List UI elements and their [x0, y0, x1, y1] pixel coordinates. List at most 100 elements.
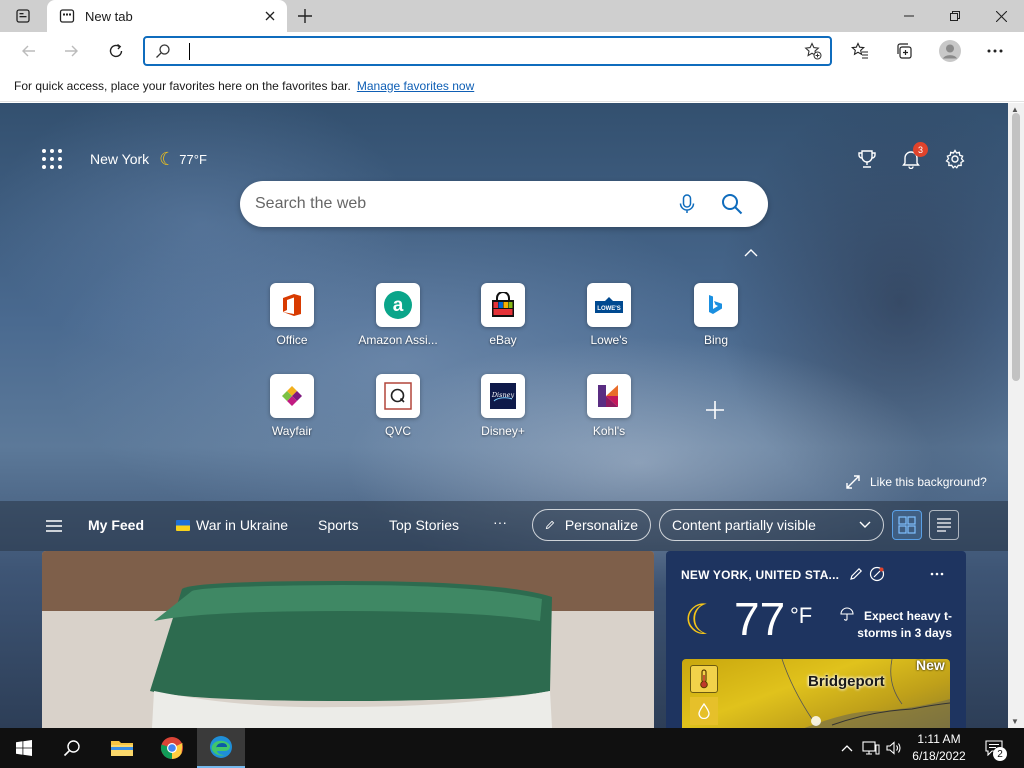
- refresh-button[interactable]: [101, 36, 131, 66]
- add-site-icon[interactable]: [704, 399, 726, 421]
- weather-location: NEW YORK, UNITED STA...: [681, 568, 840, 582]
- weather-alert: Expect heavy t-storms in 3 days: [857, 609, 952, 640]
- feed-tab-top-stories[interactable]: Top Stories: [389, 517, 459, 533]
- more-feed-tabs-button[interactable]: ···: [493, 514, 507, 530]
- quick-link-kohls[interactable]: Kohl's: [564, 374, 654, 438]
- taskbar-clock[interactable]: 1:11 AM 6/18/2022: [900, 731, 978, 765]
- favorites-button[interactable]: [845, 36, 875, 66]
- chevron-up-icon: [841, 745, 853, 752]
- like-background-label: Like this background?: [870, 475, 987, 489]
- quick-link-label: Amazon Assi...: [358, 333, 438, 347]
- avatar-icon: [939, 40, 961, 62]
- more-horizontal-icon: [987, 49, 1003, 53]
- search-icon: [156, 44, 170, 58]
- quick-link-wayfair[interactable]: Wayfair: [247, 374, 337, 438]
- weather-card[interactable]: NEW YORK, UNITED STA... ☾ 77 °F Expect h…: [666, 551, 966, 728]
- grid-layout-button[interactable]: [892, 510, 922, 540]
- web-search-input[interactable]: [255, 193, 655, 215]
- feed-tab-war-in-ukraine[interactable]: War in Ukraine: [176, 517, 288, 533]
- quick-link-label: QVC: [384, 424, 411, 438]
- news-image: [42, 551, 654, 728]
- weather-radar-map[interactable]: Bridgeport New: [682, 659, 950, 728]
- edge-button[interactable]: [197, 728, 245, 768]
- minimize-button[interactable]: [886, 0, 932, 32]
- minimize-icon: [904, 15, 914, 17]
- new-tab-page: New York ☾ 77°F 3 Office a Amazon Assi..…: [0, 103, 1008, 728]
- restore-button[interactable]: [932, 0, 978, 32]
- quick-link-qvc[interactable]: QVC: [353, 374, 443, 438]
- chevron-down-icon: [859, 521, 871, 528]
- quick-link-ebay[interactable]: eBay: [458, 283, 548, 347]
- page-settings-button[interactable]: [941, 145, 969, 173]
- app-launcher-icon[interactable]: [40, 147, 64, 171]
- weather-temperature: 77°F: [179, 151, 207, 167]
- tab-actions-button[interactable]: [8, 5, 38, 27]
- scrollbar-thumb[interactable]: [1012, 113, 1020, 381]
- personalize-button[interactable]: Personalize: [532, 509, 651, 541]
- auto-detect-location-button[interactable]: [868, 565, 886, 583]
- clock-time: 1:11 AM: [917, 732, 961, 746]
- close-window-button[interactable]: [978, 0, 1024, 32]
- taskbar-search-button[interactable]: [48, 728, 96, 768]
- notifications-button[interactable]: 3: [897, 142, 928, 173]
- weather-more-button[interactable]: [928, 565, 946, 583]
- forward-button[interactable]: [56, 36, 86, 66]
- quick-link-label: Kohl's: [592, 424, 626, 438]
- quick-link-disney[interactable]: Disney Disney+: [458, 374, 548, 438]
- profile-button[interactable]: [935, 36, 965, 66]
- weather-summary[interactable]: New York ☾ 77°F: [90, 147, 207, 171]
- address-bar[interactable]: [143, 36, 832, 66]
- list-layout-button[interactable]: [929, 510, 959, 540]
- like-background-button[interactable]: Like this background?: [846, 475, 987, 489]
- precipitation-layer-button[interactable]: [690, 697, 718, 725]
- new-tab-button[interactable]: [292, 3, 318, 29]
- weather-card-unit: °F: [790, 603, 813, 628]
- temperature-layer-button[interactable]: [690, 665, 718, 693]
- network-button[interactable]: [860, 728, 882, 768]
- action-center-button[interactable]: 2: [980, 728, 1008, 768]
- amazon-icon: a: [376, 283, 420, 327]
- add-favorite-icon[interactable]: [804, 42, 822, 60]
- tab-close-button[interactable]: [257, 3, 283, 29]
- page-scrollbar[interactable]: ▲ ▼: [1008, 103, 1024, 728]
- moon-icon: ☾: [684, 596, 722, 643]
- collections-icon: [897, 43, 912, 59]
- settings-menu-button[interactable]: [980, 36, 1010, 66]
- notification-count-badge: 2: [993, 747, 1007, 761]
- web-search-box[interactable]: [240, 181, 768, 227]
- collections-button[interactable]: [889, 36, 919, 66]
- news-card[interactable]: [42, 551, 654, 728]
- rewards-button[interactable]: [853, 145, 881, 173]
- thermometer-icon: [700, 669, 708, 689]
- chevron-up-icon[interactable]: [742, 247, 760, 259]
- content-visibility-dropdown[interactable]: Content partially visible: [659, 509, 884, 541]
- disney-icon: Disney: [481, 374, 525, 418]
- feed-tab-my-feed[interactable]: My Feed: [88, 517, 144, 533]
- quick-link-amazon[interactable]: a Amazon Assi...: [353, 283, 443, 347]
- favorites-bar-message: For quick access, place your favorites h…: [14, 78, 351, 93]
- search-icon[interactable]: [720, 192, 744, 216]
- arrow-left-icon: [22, 45, 35, 57]
- quick-link-office[interactable]: Office: [247, 283, 337, 347]
- manage-favorites-link[interactable]: Manage favorites now: [357, 79, 474, 93]
- feed-tab-sports[interactable]: Sports: [318, 517, 358, 533]
- gear-icon: [945, 149, 965, 169]
- file-explorer-button[interactable]: [98, 728, 146, 768]
- personalize-label: Personalize: [564, 517, 638, 533]
- chrome-button[interactable]: [148, 728, 196, 768]
- grid-icon: [898, 516, 916, 534]
- microphone-icon[interactable]: [676, 193, 698, 215]
- show-hidden-icons-button[interactable]: [838, 728, 856, 768]
- quick-link-lowes[interactable]: LOWE'S Lowe's: [564, 283, 654, 347]
- start-button[interactable]: [0, 728, 48, 768]
- tab-new-tab[interactable]: New tab: [47, 0, 287, 32]
- address-input[interactable]: [193, 40, 793, 62]
- pencil-icon: [545, 520, 555, 530]
- hamburger-menu-icon[interactable]: [46, 520, 62, 532]
- edit-location-button[interactable]: [847, 565, 865, 583]
- back-button[interactable]: [14, 36, 44, 66]
- quick-link-bing[interactable]: Bing: [671, 283, 761, 347]
- tab-actions-icon: [16, 9, 30, 23]
- quick-link-label: Disney+: [481, 424, 525, 438]
- scroll-down-icon[interactable]: ▼: [1011, 717, 1019, 726]
